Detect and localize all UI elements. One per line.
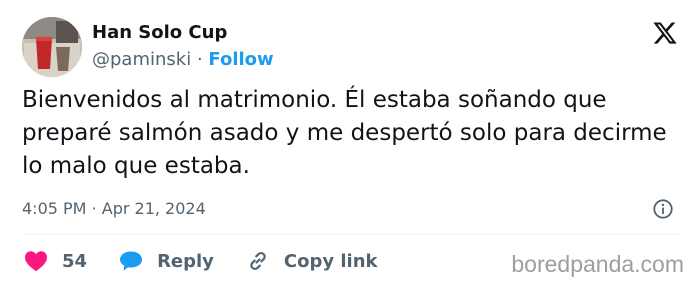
tweet-time: 4:05 PM bbox=[22, 199, 87, 218]
reply-button[interactable]: Reply bbox=[119, 250, 214, 272]
tweet-text: Bienvenidos al matrimonio. Él estaba soñ… bbox=[22, 87, 667, 179]
handle-row: @paminski · Follow bbox=[92, 48, 274, 72]
avatar[interactable] bbox=[22, 17, 82, 77]
info-icon[interactable] bbox=[652, 198, 674, 220]
reply-label: Reply bbox=[157, 250, 214, 272]
tweet-card: Han Solo Cup @paminski · Follow Bienveni… bbox=[0, 0, 700, 287]
copy-link-button[interactable]: Copy link bbox=[246, 249, 378, 273]
timestamp-separator: · bbox=[91, 199, 97, 218]
action-bar: 54 Reply Copy link bbox=[24, 246, 410, 276]
tweet-timestamp[interactable]: 4:05 PM · Apr 21, 2024 bbox=[22, 197, 206, 221]
copy-link-label: Copy link bbox=[283, 250, 378, 272]
handle-separator: · bbox=[196, 49, 203, 70]
display-name[interactable]: Han Solo Cup bbox=[92, 22, 274, 44]
x-logo-icon[interactable] bbox=[652, 20, 678, 46]
handle[interactable]: @paminski bbox=[92, 49, 191, 70]
follow-button[interactable]: Follow bbox=[208, 49, 273, 70]
speech-bubble-icon bbox=[120, 251, 143, 271]
divider bbox=[22, 234, 678, 235]
tweet-date: Apr 21, 2024 bbox=[101, 199, 206, 218]
user-names: Han Solo Cup @paminski · Follow bbox=[92, 22, 274, 72]
tweet-header: Han Solo Cup @paminski · Follow bbox=[22, 16, 680, 78]
link-icon bbox=[250, 251, 266, 271]
like-count: 54 bbox=[62, 250, 88, 272]
like-button[interactable]: 54 bbox=[24, 250, 87, 272]
heart-icon bbox=[25, 251, 47, 272]
watermark: boredpanda.com bbox=[511, 251, 684, 277]
